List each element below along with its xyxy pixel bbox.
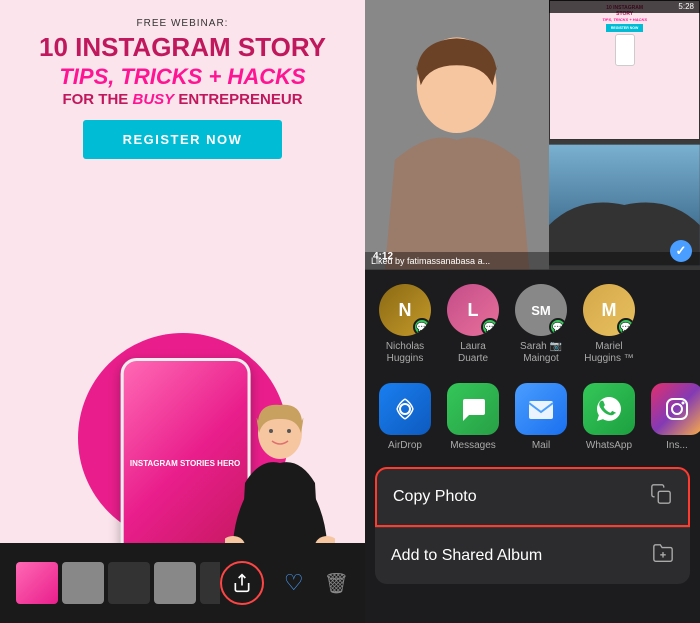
add-shared-album-label: Add to Shared Album xyxy=(391,547,542,565)
contact-nicholas[interactable]: N 💬 NicholasHuggins xyxy=(375,284,435,365)
app-instagram[interactable]: Ins... xyxy=(647,383,700,451)
copy-photo-icon xyxy=(650,483,672,511)
app-messages[interactable]: Messages xyxy=(443,383,503,451)
contact-avatar-laura: L 💬 xyxy=(447,284,499,336)
heart-icon[interactable]: ♡ xyxy=(284,570,304,596)
message-badge-sarah: 💬 xyxy=(549,318,567,336)
subtitle-italic: TIPS, TRICKS + HACKS xyxy=(20,64,345,89)
status-time: 5:28 xyxy=(678,2,694,11)
contact-laura[interactable]: L 💬 LauraDuarte xyxy=(443,284,503,365)
free-webinar-label: FREE WEBINAR: xyxy=(20,18,345,29)
thumbnail-4[interactable] xyxy=(154,562,196,604)
register-now-button[interactable]: REGISTER NOW xyxy=(83,120,283,159)
messages-icon xyxy=(447,383,499,435)
checkmark-bubble: ✓ xyxy=(670,240,692,262)
trash-icon[interactable]: 🗑 xyxy=(324,571,349,596)
whatsapp-label: WhatsApp xyxy=(586,440,632,451)
mail-label: Mail xyxy=(532,440,550,451)
airdrop-icon xyxy=(379,383,431,435)
thumbnail-3[interactable] xyxy=(108,562,150,604)
airdrop-label: AirDrop xyxy=(388,440,422,451)
bottom-bar: ♡ 🗑 xyxy=(0,543,365,623)
thumbnail-strip xyxy=(16,562,220,604)
messages-label: Messages xyxy=(450,440,496,451)
time-indicator: 4:12 xyxy=(373,251,393,262)
message-badge-mariel: 💬 xyxy=(617,318,635,336)
copy-photo-label: Copy Photo xyxy=(393,488,477,506)
apps-row: AirDrop Messages Mail xyxy=(365,375,700,459)
add-shared-album-row[interactable]: Add to Shared Album xyxy=(375,527,690,584)
contact-sarah[interactable]: SM 💬 Sarah 📷Maingot xyxy=(511,284,571,365)
contact-name-sarah: Sarah 📷Maingot xyxy=(520,341,562,365)
main-title: 10 INSTAGRAM STORY xyxy=(20,33,345,62)
for-the-line: FOR THE busy ENTREPRENEUR xyxy=(20,91,345,108)
instagram-preview: 10 INSTAGRAM STORY TIPS, TRICKS + HACKS … xyxy=(365,0,700,270)
app-airdrop[interactable]: AirDrop xyxy=(375,383,435,451)
app-mail[interactable]: Mail xyxy=(511,383,571,451)
insta-register-btn: REGISTER NOW xyxy=(606,24,643,32)
right-panel: 10 INSTAGRAM STORY TIPS, TRICKS + HACKS … xyxy=(365,0,700,623)
add-shared-album-icon xyxy=(652,542,674,570)
insta-overlay: Liked by fatimassanabasa a... xyxy=(365,252,700,270)
status-bar: 5:28 xyxy=(549,0,700,13)
message-badge: 💬 xyxy=(413,318,431,336)
insta-card-preview: 10 INSTAGRAM STORY TIPS, TRICKS + HACKS … xyxy=(549,0,700,140)
mail-icon xyxy=(515,383,567,435)
thumbnail-1[interactable] xyxy=(16,562,58,604)
share-button[interactable] xyxy=(220,561,264,605)
bottom-icons: ♡ 🗑 xyxy=(220,561,349,605)
instagram-icon xyxy=(651,383,700,435)
contact-name-laura: LauraDuarte xyxy=(458,341,488,365)
main-preview-image xyxy=(365,0,549,270)
instagram-right-column: 10 INSTAGRAM STORY TIPS, TRICKS + HACKS … xyxy=(549,0,700,270)
message-badge-laura: 💬 xyxy=(481,318,499,336)
instagram-preview-area: 10 INSTAGRAM STORY TIPS, TRICKS + HACKS … xyxy=(365,0,700,270)
contact-mariel[interactable]: M 💬 MarielHuggins ™ xyxy=(579,284,639,365)
webinar-content: FREE WEBINAR: 10 INSTAGRAM STORY TIPS, T… xyxy=(0,0,365,159)
copy-photo-row[interactable]: Copy Photo xyxy=(375,467,690,527)
share-sheet: N 💬 NicholasHuggins L 💬 LauraDuarte SM 💬… xyxy=(365,270,700,623)
thumbnail-5[interactable] xyxy=(200,562,220,604)
app-whatsapp[interactable]: WhatsApp xyxy=(579,383,639,451)
contact-avatar-mariel: M 💬 xyxy=(583,284,635,336)
contact-name-nicholas: NicholasHuggins xyxy=(386,341,424,365)
contact-avatar-sarah: SM 💬 xyxy=(515,284,567,336)
whatsapp-icon xyxy=(583,383,635,435)
insta-card-phone xyxy=(615,34,635,66)
instagram-label: Ins... xyxy=(666,440,688,451)
contact-avatar-nicholas: N 💬 xyxy=(379,284,431,336)
contact-name-mariel: MarielHuggins ™ xyxy=(584,341,633,365)
insta-card-subtitle: TIPS, TRICKS + HACKS xyxy=(602,17,647,22)
contacts-row: N 💬 NicholasHuggins L 💬 LauraDuarte SM 💬… xyxy=(365,270,700,375)
left-panel: FREE WEBINAR: 10 INSTAGRAM STORY TIPS, T… xyxy=(0,0,365,623)
thumbnail-2[interactable] xyxy=(62,562,104,604)
